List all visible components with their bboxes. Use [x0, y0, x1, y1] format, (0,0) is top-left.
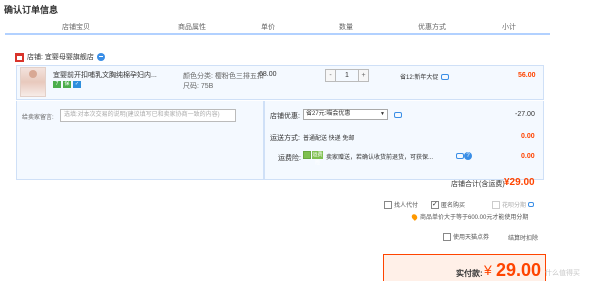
item-subtotal: 56.00	[518, 72, 536, 79]
payment-label: 实付款:	[456, 269, 483, 278]
shop-discount-value: -27.00	[515, 111, 535, 118]
chat-icon[interactable]	[96, 53, 105, 61]
seven-day-return-icon: 7	[53, 81, 61, 88]
shipping-value: 普通配送 快递 免邮	[303, 136, 355, 142]
huabei-label: 花呗分期	[502, 203, 527, 209]
header-attr: 商品属性	[178, 24, 206, 31]
verified-icon: ✓	[73, 81, 81, 88]
find-pay-label: 找人代付	[394, 203, 419, 209]
shop-discount-select[interactable]: 省27元:喵会优惠	[303, 109, 388, 120]
insurance-checkbox[interactable]	[303, 151, 311, 159]
header-subtotal: 小计	[502, 24, 516, 31]
header-qty: 数量	[339, 24, 353, 31]
discount-info-icon[interactable]	[394, 112, 402, 118]
insurance-tag: 运费险	[312, 151, 323, 166]
huabei-option[interactable]: 花呗分期	[492, 200, 535, 209]
item-promo: 省12:新年大促	[400, 72, 450, 81]
find-pay-option[interactable]: 找人代付	[384, 200, 418, 209]
item-price: 68.00	[259, 71, 277, 78]
item-attr-color: 颜色分类: 樱粉色三排五扣	[183, 73, 264, 80]
qty-plus-button[interactable]: +	[358, 69, 369, 82]
qty-input[interactable]: 1	[336, 69, 358, 82]
installment-note: 商品单价大于等于600.00元才能使用分期	[410, 212, 529, 221]
insurance-amount: 0.00	[521, 153, 535, 160]
watermark: 什么值得买	[545, 270, 580, 277]
item-name[interactable]: 宜婴前开扣哺乳文胸纯棉孕妇内...	[53, 70, 163, 80]
payment-amount: 29.00	[496, 260, 542, 280]
shop-discount-label: 店铺优惠:	[270, 113, 300, 120]
insurance-text: 卖家赠送，若确认收货前退货，可获保...	[326, 155, 434, 161]
item-thumbnail-figure	[29, 70, 37, 78]
message-input[interactable]: 选填:对本次交易的说明(建议填写已和卖家协商一致的内容)	[60, 109, 236, 122]
find-pay-checkbox[interactable]	[384, 200, 392, 209]
tmall-points-label: 使用天猫点券	[453, 235, 490, 241]
tmall-points-checkbox[interactable]	[443, 232, 451, 241]
item-badges: 7 保 ✓	[53, 81, 81, 88]
shop-name[interactable]: 店铺: 宜婴母婴旗舰店	[27, 52, 94, 62]
huabei-info-icon[interactable]	[528, 202, 535, 207]
header-discount: 优惠方式	[418, 24, 446, 31]
item-attr-size: 尺码: 75B	[183, 83, 214, 90]
huabei-checkbox[interactable]	[492, 200, 500, 209]
shop-total-label: 店铺合计(含运费)	[451, 181, 505, 188]
header-item: 店铺宝贝	[62, 24, 90, 31]
location-pin-icon	[410, 212, 419, 221]
tmall-points-option[interactable]: 使用天猫点券	[443, 232, 489, 241]
insurance-label: 运费险:	[278, 155, 301, 162]
anonymous-checkbox[interactable]	[431, 200, 439, 209]
settle-later-note: 结算时扣除	[508, 236, 539, 242]
quantity-stepper: - 1 +	[325, 69, 369, 82]
page-title: 确认订单信息	[4, 5, 59, 15]
promo-info-icon[interactable]	[441, 73, 450, 80]
insurance-chat-icon[interactable]	[456, 153, 464, 159]
installment-note-text: 商品单价大于等于600.00元才能使用分期	[420, 215, 529, 221]
message-label: 给卖家留言:	[22, 115, 54, 121]
promo-text: 省12:新年大促	[400, 75, 439, 81]
shipping-amount: 0.00	[521, 133, 535, 140]
anonymous-label: 匿名购买	[441, 203, 466, 209]
shipping-label: 运送方式:	[270, 135, 300, 142]
shop-row: 店铺: 宜婴母婴旗舰店	[15, 50, 105, 64]
anonymous-option[interactable]: 匿名购买	[431, 200, 465, 209]
shop-icon	[15, 52, 24, 62]
qty-minus-button[interactable]: -	[325, 69, 336, 82]
help-icon[interactable]: ?	[464, 152, 472, 160]
shop-total-value: ¥29.00	[504, 177, 535, 188]
header-price: 单价	[261, 24, 275, 31]
guarantee-icon: 保	[63, 81, 71, 88]
payment-currency: ¥	[484, 262, 492, 278]
